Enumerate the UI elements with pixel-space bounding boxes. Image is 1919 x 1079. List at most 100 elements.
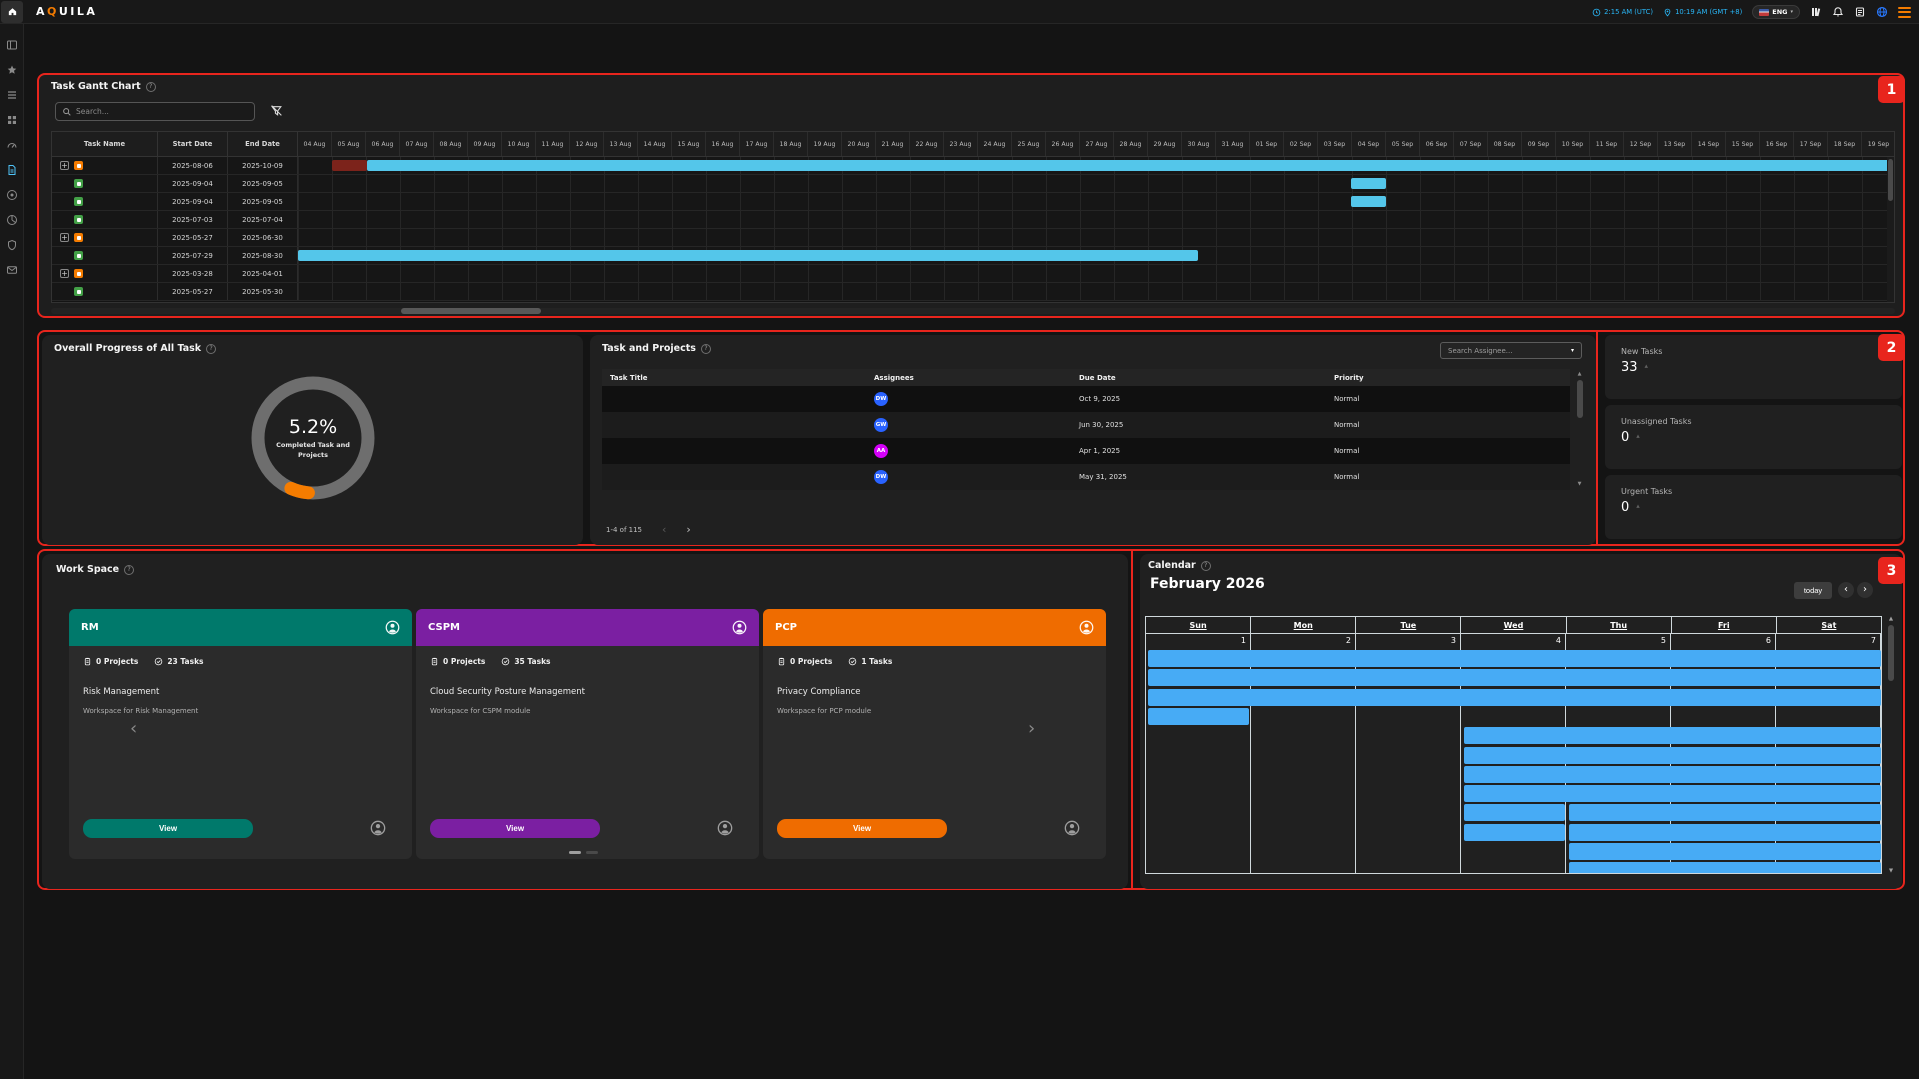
- gantt-row[interactable]: +2025-03-282025-04-01: [52, 265, 1894, 283]
- gantt-task-name-cell: +: [52, 229, 158, 246]
- gantt-search[interactable]: [55, 102, 255, 121]
- calendar-day-header[interactable]: Sat: [1777, 617, 1881, 633]
- gantt-row[interactable]: +2025-08-062025-10-09: [52, 157, 1894, 175]
- info-icon[interactable]: ?: [146, 82, 156, 92]
- calendar-day-header[interactable]: Thu: [1567, 617, 1672, 633]
- shield-icon[interactable]: [6, 236, 18, 248]
- gantt-row[interactable]: 2025-07-292025-08-30: [52, 247, 1894, 265]
- carousel-next-icon[interactable]: ›: [1028, 720, 1035, 738]
- view-button[interactable]: View: [83, 819, 253, 838]
- gantt-row[interactable]: 2025-09-042025-09-05: [52, 175, 1894, 193]
- calendar-day-header[interactable]: Tue: [1356, 617, 1461, 633]
- sort-caret-icon[interactable]: ▴: [1645, 362, 1649, 370]
- gantt-bar[interactable]: [332, 160, 367, 171]
- gantt-row[interactable]: 2025-07-032025-07-04: [52, 211, 1894, 229]
- scroll-down-icon[interactable]: ▼: [1578, 481, 1582, 487]
- gantt-bar[interactable]: [367, 160, 1894, 171]
- calendar-prev-button[interactable]: ‹: [1838, 582, 1854, 598]
- list-icon[interactable]: [6, 86, 18, 98]
- calendar-next-button[interactable]: ›: [1857, 582, 1873, 598]
- scroll-down-icon[interactable]: ▼: [1889, 868, 1893, 874]
- doc-icon[interactable]: [6, 161, 18, 173]
- expand-toggle-icon[interactable]: +: [60, 161, 69, 170]
- gauge-icon[interactable]: [6, 136, 18, 148]
- calendar-event[interactable]: [1464, 747, 1881, 764]
- gantt-row[interactable]: +2025-05-272025-06-30: [52, 229, 1894, 247]
- gantt-row[interactable]: 2025-05-272025-05-30: [52, 283, 1894, 301]
- view-button[interactable]: View: [430, 819, 600, 838]
- menu-icon[interactable]: [1898, 7, 1911, 18]
- expand-toggle-icon[interactable]: +: [60, 233, 69, 242]
- calendar-event[interactable]: [1464, 727, 1881, 744]
- calendar-day-header[interactable]: Mon: [1251, 617, 1356, 633]
- assignee-filter-select[interactable]: Search Assignee... ▾: [1440, 342, 1582, 359]
- task-row[interactable]: GWJun 30, 2025Normal: [602, 412, 1570, 438]
- info-icon[interactable]: ?: [1201, 561, 1211, 571]
- carousel-dot[interactable]: [586, 851, 598, 854]
- info-icon[interactable]: ?: [124, 565, 134, 575]
- pie-icon[interactable]: [6, 211, 18, 223]
- scroll-up-icon[interactable]: ▲: [1889, 616, 1893, 622]
- panel-icon[interactable]: [6, 36, 18, 48]
- notes-icon[interactable]: [1854, 6, 1866, 18]
- gantt-start-date: 2025-09-04: [158, 175, 228, 192]
- calendar-event[interactable]: [1148, 650, 1881, 667]
- library-icon[interactable]: [1810, 6, 1822, 18]
- info-icon[interactable]: ?: [701, 344, 711, 354]
- calendar-event[interactable]: [1148, 689, 1881, 706]
- pagination-next-icon[interactable]: ›: [686, 524, 690, 535]
- pagination-prev-icon[interactable]: ‹: [662, 524, 666, 535]
- col-priority: Priority: [1322, 374, 1570, 382]
- tasks-scrollbar[interactable]: ▲ ▼: [1575, 371, 1584, 487]
- grid-icon[interactable]: [6, 111, 18, 123]
- task-row[interactable]: AAApr 1, 2025Normal: [602, 438, 1570, 464]
- gantt-bar[interactable]: [1351, 178, 1386, 189]
- calendar-event[interactable]: [1569, 804, 1881, 821]
- task-assignee-cell: DW: [862, 470, 1067, 484]
- carousel-prev-icon[interactable]: ‹: [130, 720, 137, 738]
- gantt-row[interactable]: 2025-09-042025-09-05: [52, 193, 1894, 211]
- gantt-bar[interactable]: [298, 250, 1198, 261]
- gantt-timeline: [298, 229, 1894, 246]
- calendar-event[interactable]: [1569, 824, 1881, 841]
- calendar-today-button[interactable]: today: [1794, 582, 1832, 599]
- calendar-event[interactable]: [1464, 766, 1881, 783]
- bullseye-icon[interactable]: [6, 186, 18, 198]
- globe-icon[interactable]: [1876, 6, 1888, 18]
- gantt-vertical-scrollbar[interactable]: [1887, 157, 1894, 302]
- gantt-horizontal-scrollbar[interactable]: [51, 308, 1895, 314]
- calendar-day-header[interactable]: Wed: [1461, 617, 1566, 633]
- sort-caret-icon[interactable]: ▴: [1636, 502, 1640, 510]
- person-icon[interactable]: [1079, 620, 1094, 635]
- star-icon[interactable]: [6, 61, 18, 73]
- calendar-event[interactable]: [1569, 843, 1881, 860]
- gantt-search-input[interactable]: [76, 107, 248, 116]
- calendar-day-header[interactable]: Sun: [1146, 617, 1251, 633]
- scroll-up-icon[interactable]: ▲: [1578, 371, 1582, 377]
- carousel-dot[interactable]: [569, 851, 581, 854]
- tasks-rows: DWOct 9, 2025NormalGWJun 30, 2025NormalA…: [602, 386, 1570, 490]
- language-selector[interactable]: ENG ▾: [1752, 5, 1800, 19]
- calendar-day-header[interactable]: Fri: [1672, 617, 1777, 633]
- calendar-event[interactable]: [1464, 785, 1881, 802]
- col-task-title: Task Title: [602, 374, 862, 382]
- filter-icon[interactable]: [270, 104, 283, 117]
- info-icon[interactable]: ?: [206, 344, 216, 354]
- expand-toggle-icon[interactable]: +: [60, 269, 69, 278]
- task-row[interactable]: DWMay 31, 2025Normal: [602, 464, 1570, 490]
- notifications-icon[interactable]: [1832, 6, 1844, 18]
- calendar-event[interactable]: [1464, 824, 1565, 841]
- calendar-event[interactable]: [1464, 804, 1565, 821]
- calendar-scrollbar[interactable]: ▲ ▼: [1886, 616, 1896, 874]
- gantt-bar[interactable]: [1351, 196, 1386, 207]
- view-button[interactable]: View: [777, 819, 947, 838]
- calendar-event[interactable]: [1569, 862, 1881, 873]
- mail-icon[interactable]: [6, 261, 18, 273]
- person-icon[interactable]: [385, 620, 400, 635]
- sort-caret-icon[interactable]: ▴: [1636, 432, 1640, 440]
- calendar-event[interactable]: [1148, 669, 1881, 686]
- person-icon[interactable]: [732, 620, 747, 635]
- home-button[interactable]: [1, 1, 23, 23]
- task-row[interactable]: DWOct 9, 2025Normal: [602, 386, 1570, 412]
- calendar-event[interactable]: [1148, 708, 1249, 725]
